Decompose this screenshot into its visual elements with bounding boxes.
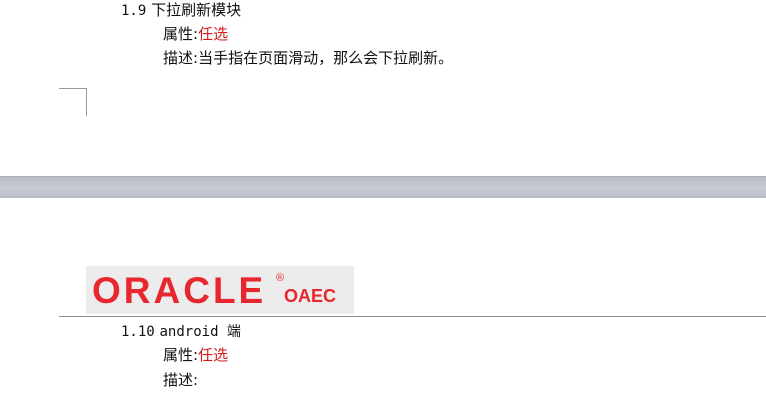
description-line: 描述:当手指在页面滑动，那么会下拉刷新。 [163,49,453,67]
section-number: 1.10 [121,324,155,340]
attribute-value: 任选 [198,346,229,364]
description-label: 描述: [163,49,199,67]
page-header-rule [59,316,766,317]
document-page-upper [0,0,766,176]
attribute-label: 属性: [163,25,199,43]
section-title: android 端 [159,324,241,340]
logo-sub-text: OAEC [284,286,337,306]
description-line: 描述: [163,371,198,389]
description-label: 描述: [163,371,199,389]
attribute-label: 属性: [163,346,199,364]
page-corner-mark [59,88,87,116]
attribute-value: 任选 [198,25,229,43]
attribute-line: 属性:任选 [163,25,228,43]
page-separator [0,176,766,199]
section-heading-1-9: 1.9 下拉刷新模块 [121,1,241,20]
logo-registered-mark: ® [276,272,285,284]
oracle-oaec-logo: ORACLE ® OAEC [86,266,354,314]
description-value: 当手指在页面滑动，那么会下拉刷新。 [198,49,454,67]
section-title: 下拉刷新模块 [151,1,242,19]
attribute-line: 属性:任选 [163,346,228,364]
section-heading-1-10: 1.10 android 端 [121,322,241,341]
section-number: 1.9 [121,3,147,19]
logo-brand-text: ORACLE [92,270,267,311]
